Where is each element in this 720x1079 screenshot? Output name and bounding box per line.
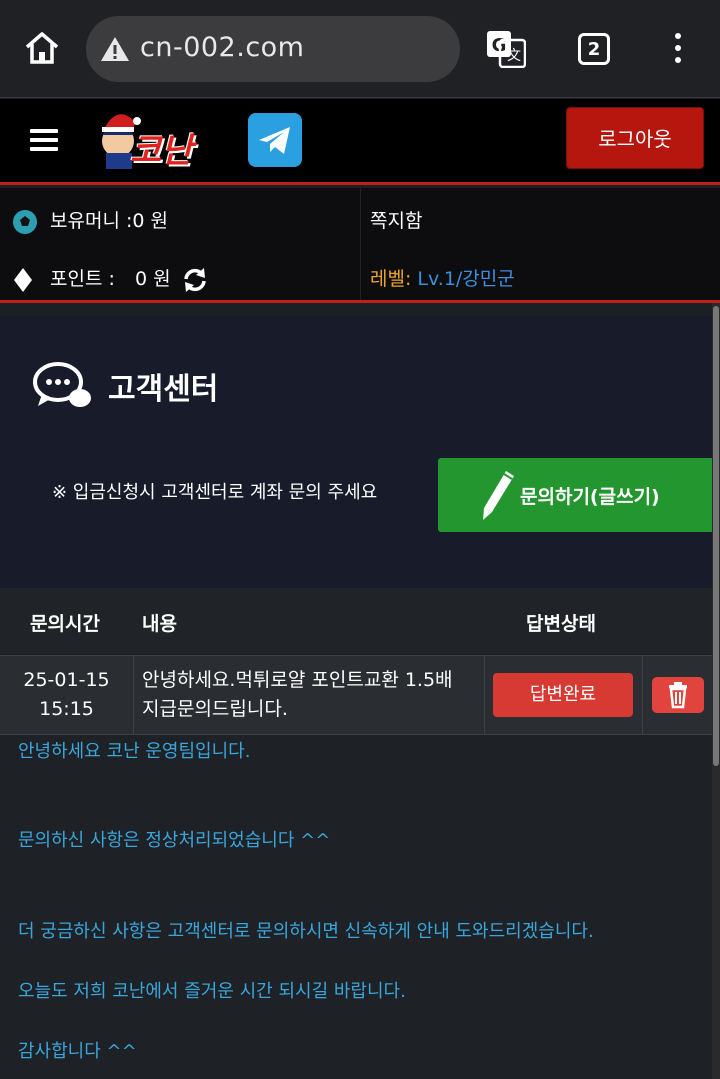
inquiry-date: 25-01-15 [23, 669, 110, 691]
messages-link[interactable]: 쪽지함 [370, 206, 422, 233]
svg-text:文: 文 [507, 48, 521, 64]
write-inquiry-label: 문의하기(글쓰기) [520, 486, 660, 508]
cell-divider [642, 656, 643, 734]
column-header-time: 문의시간 [30, 613, 100, 635]
money-label: 보유머니 :0 원 [50, 210, 169, 232]
inquiry-table-header: 문의시간 내용 답변상태 [0, 588, 712, 654]
customer-center-section: 고객센터 ※ 입금신청시 고객센터로 계좌 문의 주세요 문의하기(글쓰기) [0, 316, 714, 588]
answer-line: 감사합니다 ^^ [18, 1041, 137, 1062]
money-info: 보유머니 :0 원 [12, 206, 168, 235]
point-label: 포인트 : [50, 268, 115, 290]
inquiry-content-line: 안녕하세요.먹튀로얄 포인트교환 1.5배 [142, 669, 453, 691]
write-inquiry-button[interactable]: 문의하기(글쓰기) [438, 458, 714, 532]
chat-bubble-icon [33, 362, 91, 407]
site-logo[interactable]: 코난 [96, 105, 226, 173]
level-value: Lv.1/강민군 [417, 268, 515, 290]
hamburger-menu-icon[interactable] [30, 129, 58, 151]
address-bar[interactable]: cn-002.com [86, 16, 460, 82]
page-title: 고객센터 [108, 372, 219, 407]
answer-line: 문의하신 사항은 정상처리되었습니다 ^^ [18, 830, 331, 851]
diamond-icon [14, 267, 32, 292]
point-value: 0 원 [134, 268, 171, 290]
column-header-content: 내용 [142, 613, 177, 635]
refresh-icon[interactable] [181, 266, 209, 294]
column-header-status: 답변상태 [526, 613, 596, 635]
translate-icon[interactable]: G 文 [486, 30, 526, 68]
deposit-notice: ※ 입금신청시 고객센터로 계좌 문의 주세요 [52, 482, 378, 503]
trash-icon[interactable] [652, 677, 704, 713]
level-label: 레벨: [370, 268, 412, 290]
telegram-icon[interactable] [248, 113, 302, 167]
soccer-ball-icon [13, 209, 37, 234]
inquiry-content-line: 지급문의드립니다. [142, 698, 288, 720]
level-info: 레벨: Lv.1/강민군 [370, 264, 515, 291]
url-text: cn-002.com [140, 32, 305, 63]
answer-line: 오늘도 저희 코난에서 즐거운 시간 되시길 바랍니다. [18, 981, 406, 1002]
answer-line: 더 궁금하신 사항은 고객센터로 문의하시면 신속하게 안내 도와드리겠습니다. [18, 921, 594, 942]
account-info-panel: 보유머니 :0 원 포인트 : 0 원 쪽지함 레벨: Lv.1/강민군 [0, 188, 720, 303]
answer-line: 안녕하세요 코난 운영팀입니다. [18, 741, 251, 762]
scrollbar-thumb[interactable] [713, 306, 719, 766]
browser-toolbar: cn-002.com G 文 2 [0, 0, 720, 98]
cell-divider [484, 656, 485, 734]
point-info: 포인트 : 0 원 [12, 264, 215, 294]
site-header: 코난 로그아웃 [0, 99, 720, 185]
warning-icon[interactable] [100, 35, 130, 63]
inquiry-datetime: 25-01-15 15:15 [0, 666, 133, 724]
logout-button[interactable]: 로그아웃 [566, 107, 704, 169]
cell-divider [133, 656, 134, 734]
answer-status-button[interactable]: 답변완료 [493, 673, 633, 717]
logo-text: 코난 [130, 131, 193, 171]
pen-icon [483, 471, 514, 520]
answer-content: 안녕하세요 코난 운영팀입니다. 문의하신 사항은 정상처리되었습니다 ^^ 더… [0, 735, 712, 1079]
divider [360, 188, 361, 300]
table-row[interactable]: 25-01-15 15:15 안녕하세요.먹튀로얄 포인트교환 1.5배 지급문… [0, 655, 712, 735]
more-menu-icon[interactable] [672, 33, 684, 67]
inquiry-content[interactable]: 안녕하세요.먹튀로얄 포인트교환 1.5배 지급문의드립니다. [142, 666, 482, 724]
inquiry-time: 15:15 [39, 698, 94, 720]
tab-switcher-button[interactable]: 2 [578, 33, 610, 65]
home-icon[interactable] [22, 28, 62, 68]
